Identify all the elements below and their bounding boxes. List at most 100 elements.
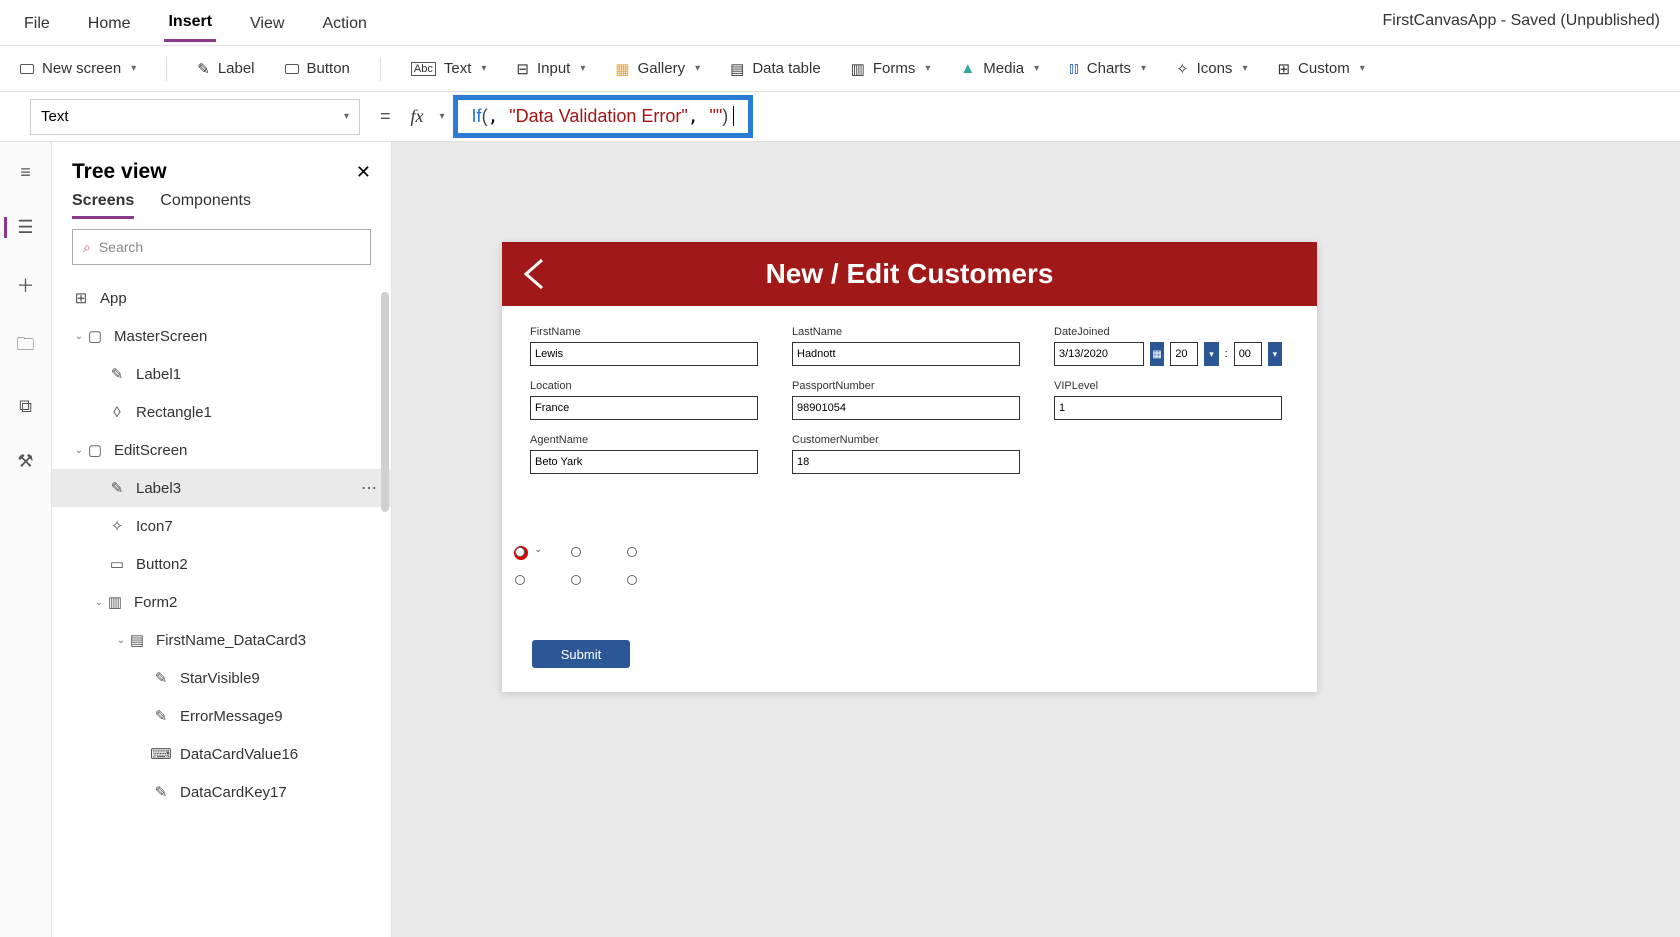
advanced-tools-icon[interactable]: ⚒ [17,451,33,472]
close-icon[interactable]: ✕ [356,162,371,183]
app-screen-preview: New / Edit Customers FirstName LastName … [502,242,1317,692]
input-viplevel[interactable] [1054,396,1282,420]
label-location: Location [530,380,758,392]
new-screen-button[interactable]: New screen▾ [20,60,136,77]
custom-dropdown[interactable]: ⊞Custom▾ [1277,60,1364,78]
input-firstname[interactable] [530,342,758,366]
tree-item-label1[interactable]: ✎Label1 [52,355,391,393]
input-hour[interactable] [1170,342,1198,366]
custom-icon: ⊞ [1277,60,1290,78]
resize-handle[interactable] [515,547,525,557]
media-icon[interactable]: ⧉ [19,396,32,417]
input-dropdown[interactable]: ⊟Input▾ [516,60,585,78]
gallery-dropdown[interactable]: ▦Gallery▾ [615,60,700,78]
field-passport: PassportNumber [792,380,1020,420]
tree-item-rectangle1[interactable]: ◊Rectangle1 [52,393,391,431]
charts-dropdown[interactable]: ⫾⫾Charts▾ [1069,60,1146,77]
label-icon: ✎ [197,60,210,78]
menu-file[interactable]: File [20,5,54,41]
insert-icon[interactable]: ＋ [17,272,35,298]
chevron-down-icon: ▾ [1242,63,1247,74]
chevron-down-icon[interactable]: ▾ [1268,342,1282,366]
tab-screens[interactable]: Screens [72,192,134,219]
button-icon [285,64,299,74]
formula-input[interactable]: If(, "Data Validation Error", "") [453,95,754,138]
menu-insert[interactable]: Insert [164,3,216,42]
input-minute[interactable] [1234,342,1262,366]
tree-view-icon[interactable]: ☰ [4,217,33,238]
table-icon: ▤ [730,60,744,78]
search-input[interactable]: ⌕ Search [72,229,371,265]
tree-item-form2[interactable]: ⌄▥Form2 [52,583,391,621]
tree-item-masterscreen[interactable]: ⌄▢MasterScreen [52,317,391,355]
chevron-down-icon[interactable]: ▾ [440,111,445,122]
separator [166,57,167,81]
label-icon: ✎ [152,783,170,801]
menu-home[interactable]: Home [84,5,135,41]
label-agentname: AgentName [530,434,758,446]
resize-handle[interactable] [571,547,581,557]
field-location: Location [530,380,758,420]
collapse-icon[interactable]: ⌄ [92,597,106,608]
menu-action[interactable]: Action [318,5,370,41]
back-icon[interactable] [520,256,550,292]
gallery-icon: ▦ [615,60,629,78]
tree-item-button2[interactable]: ▭Button2 [52,545,391,583]
tab-components[interactable]: Components [160,192,251,219]
chevron-down-icon[interactable]: ▾ [1204,342,1218,366]
hamburger-icon[interactable]: ≡ [20,162,31,183]
resize-handle[interactable] [571,575,581,585]
input-customernumber[interactable] [792,450,1020,474]
forms-dropdown[interactable]: ▥Forms▾ [851,60,931,78]
screen-header: New / Edit Customers [502,242,1317,306]
submit-button[interactable]: Submit [532,640,630,668]
tree-item-datacardvalue[interactable]: ⌨DataCardValue16 [52,735,391,773]
resize-handle[interactable] [515,575,525,585]
tree-list: ⊞App ⌄▢MasterScreen ✎Label1 ◊Rectangle1 … [52,279,391,831]
selected-control-label3[interactable]: ✕ ⌄ [520,552,632,580]
resize-handle[interactable] [627,547,637,557]
calendar-icon[interactable]: ▦ [1150,342,1164,366]
input-lastname[interactable] [792,342,1020,366]
collapse-icon[interactable]: ⌄ [72,331,86,342]
more-icon[interactable]: ⋯ [361,478,379,498]
tree-item-datacard[interactable]: ⌄▤FirstName_DataCard3 [52,621,391,659]
time-separator: : [1225,348,1228,360]
scrollbar-thumb[interactable] [381,292,389,512]
input-agentname[interactable] [530,450,758,474]
tree-item-editscreen[interactable]: ⌄▢EditScreen [52,431,391,469]
data-icon[interactable]: 🗀 [17,332,35,362]
collapse-icon[interactable]: ⌄ [72,445,86,456]
tree-view-panel: Tree view ✕ Screens Components ⌕ Search … [52,142,392,937]
input-location[interactable] [530,396,758,420]
media-dropdown[interactable]: ▲Media▾ [960,60,1039,77]
data-table-button[interactable]: ▤Data table [730,60,821,78]
resize-handle[interactable] [627,575,637,585]
forms-icon: ▥ [851,60,865,78]
text-dropdown[interactable]: AbcText▾ [411,60,487,77]
tree-item-starvisible[interactable]: ✎StarVisible9 [52,659,391,697]
chevron-down-icon: ▾ [1034,63,1039,74]
chevron-down-icon: ▾ [925,63,930,74]
menu-view[interactable]: View [246,5,288,41]
property-dropdown[interactable]: Text ▾ [30,99,360,135]
screen-icon [20,64,34,74]
canvas-area: New / Edit Customers FirstName LastName … [392,142,1680,937]
label-button[interactable]: ✎Label [197,60,254,78]
media-icon: ▲ [960,60,975,77]
button-button[interactable]: Button [285,60,350,77]
text-icon: Abc [411,62,436,76]
chevron-down-icon[interactable]: ⌄ [534,544,542,555]
tree-item-datacardkey[interactable]: ✎DataCardKey17 [52,773,391,811]
tree-item-label3[interactable]: ✎Label3⋯ [52,469,391,507]
tree-item-app[interactable]: ⊞App [52,279,391,317]
input-date[interactable] [1054,342,1144,366]
tree-item-icon7[interactable]: ✧Icon7 [52,507,391,545]
chevron-down-icon: ▾ [344,111,349,122]
icons-dropdown[interactable]: ✧Icons▾ [1176,60,1247,78]
input-passport[interactable] [792,396,1020,420]
tree-item-errormessage[interactable]: ✎ErrorMessage9 [52,697,391,735]
icon-icon: ✧ [108,517,126,535]
collapse-icon[interactable]: ⌄ [114,635,128,646]
chevron-down-icon: ▾ [131,63,136,74]
